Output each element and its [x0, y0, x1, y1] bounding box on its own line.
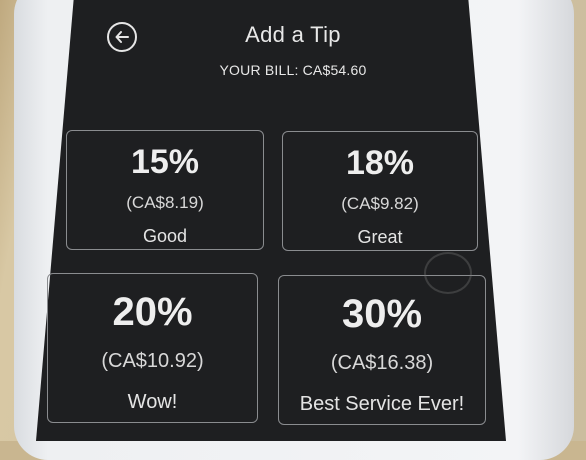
tip-percent: 20%	[112, 290, 193, 334]
screen-glare	[424, 252, 472, 294]
tip-label: Wow!	[127, 391, 178, 413]
tip-option-18[interactable]: 18% (CA$9.82) Great	[282, 131, 478, 251]
tip-percent: 18%	[345, 144, 415, 182]
tip-amount: (CA$16.38)	[330, 352, 434, 374]
tip-amount: (CA$8.19)	[126, 193, 204, 212]
tip-amount: (CA$9.82)	[341, 194, 419, 213]
tip-percent: 15%	[130, 143, 200, 181]
tip-label: Good	[142, 226, 188, 246]
tip-option-30[interactable]: 30% (CA$16.38) Best Service Ever!	[278, 275, 486, 425]
tip-option-15[interactable]: 15% (CA$8.19) Good	[66, 130, 264, 250]
tip-option-20[interactable]: 20% (CA$10.92) Wow!	[47, 273, 258, 423]
page-title: Add a Tip	[245, 22, 341, 47]
tip-percent: 30%	[341, 292, 423, 336]
tip-label: Great	[357, 227, 403, 247]
bill-total: YOUR BILL: CA$54.60	[219, 62, 367, 78]
tip-label: Best Service Ever!	[299, 393, 465, 415]
tip-amount: (CA$10.92)	[101, 350, 204, 372]
